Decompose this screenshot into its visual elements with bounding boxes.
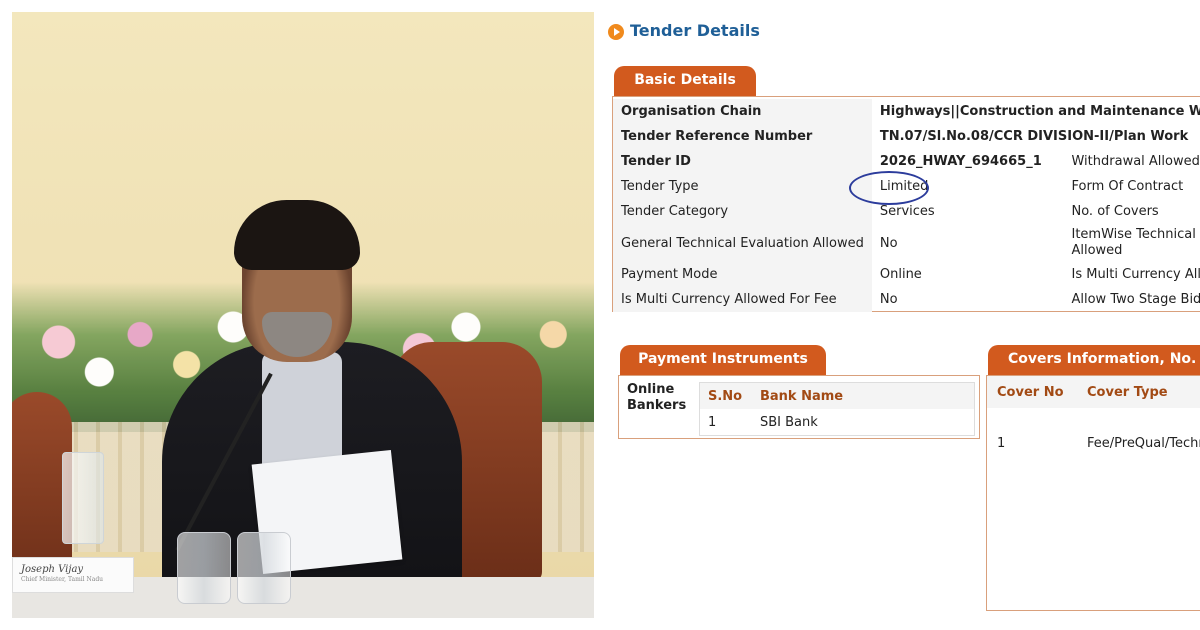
row-label: Tender Category — [613, 199, 872, 224]
tab-covers-information[interactable]: Covers Information, No. of Covers — [988, 345, 1200, 375]
bankers-table: S.No Bank Name 1 SBI Bank — [699, 382, 975, 436]
table-row: Payment Mode Online Is Multi Currency Al… — [613, 262, 1200, 287]
header-cover-type: Cover Type — [1087, 385, 1168, 400]
row-value: Online — [879, 267, 922, 282]
table-header: Cover No Cover Type — [987, 376, 1200, 408]
row-extra-label: Withdrawal Allowed — [1071, 154, 1200, 169]
table-row: Tender ID 2026_HWAY_694665_1 Withdrawal … — [613, 149, 1200, 174]
tender-panel: Tender Details Basic Details Organisatio… — [600, 0, 1200, 630]
table-row: General Technical Evaluation Allowed No … — [613, 224, 1200, 262]
row-extra-label: Allow Two Stage Bidding — [1071, 292, 1200, 307]
highlight-circle — [849, 171, 929, 205]
page-title-row: Tender Details — [608, 20, 760, 40]
page-title: Tender Details — [630, 20, 760, 40]
row-label: Tender Type — [613, 174, 872, 199]
tab-payment-instruments[interactable]: Payment Instruments — [620, 345, 826, 375]
covers-box: Cover No Cover Type 1 Fee/PreQual/Techni… — [986, 375, 1200, 611]
row-value: 2026_HWAY_694665_1 — [879, 154, 1042, 169]
row-label: Tender Reference Number — [613, 124, 872, 149]
row-label: General Technical Evaluation Allowed — [613, 224, 872, 262]
row-value: TN.07/Sl.No.08/CCR DIVISION-II/Plan Work — [879, 129, 1189, 144]
row-extra-label: No. of Covers — [1071, 204, 1159, 219]
row-label: Is Multi Currency Allowed For Fee — [613, 287, 872, 312]
row-extra-label: ItemWise Technical Allowed — [1071, 227, 1196, 258]
header-cover-no: Cover No — [997, 385, 1064, 400]
basic-details-box: Organisation Chain Highways||Constructio… — [612, 96, 1200, 312]
basic-details-table: Organisation Chain Highways||Constructio… — [613, 99, 1200, 312]
row-label: Tender ID — [613, 149, 872, 174]
glass-jar — [237, 532, 291, 604]
table-row: Organisation Chain Highways||Constructio… — [613, 99, 1200, 124]
nameplate: Joseph Vijay Chief Minister, Tamil Nadu — [12, 557, 134, 593]
play-bullet-icon — [608, 24, 624, 40]
table-row: Tender Reference Number TN.07/Sl.No.08/C… — [613, 124, 1200, 149]
table-row: 1 SBI Bank — [700, 409, 974, 435]
cell-cover-no: 1 — [997, 436, 1006, 451]
row-value: No — [879, 292, 898, 307]
tab-basic-details[interactable]: Basic Details — [614, 66, 756, 96]
payment-instruments-box: Online Bankers S.No Bank Name 1 SBI Bank — [618, 375, 980, 439]
table-row: Is Multi Currency Allowed For Fee No All… — [613, 287, 1200, 312]
row-extra-label: Form Of Contract — [1071, 179, 1184, 194]
cell-sno: 1 — [708, 414, 717, 430]
header-sno: S.No — [708, 388, 743, 404]
cell-bank-name: SBI Bank — [760, 414, 818, 430]
table-header: S.No Bank Name — [700, 383, 974, 409]
nameplate-subtitle: Chief Minister, Tamil Nadu — [21, 576, 104, 583]
row-value: No — [879, 235, 898, 251]
person-hair — [234, 200, 360, 270]
row-value: Highways||Construction and Maintenance W… — [879, 104, 1200, 119]
row-extra-label: Is Multi Currency Allowed — [1071, 267, 1200, 282]
glass-jar — [177, 532, 231, 604]
header-bank-name: Bank Name — [760, 388, 844, 404]
cell-cover-type: Fee/PreQual/Technical — [1087, 436, 1200, 451]
row-label: Organisation Chain — [613, 99, 872, 124]
online-bankers-label: Online Bankers — [627, 382, 687, 413]
row-label: Payment Mode — [613, 262, 872, 287]
press-photo: Joseph Vijay Chief Minister, Tamil Nadu — [12, 12, 594, 618]
water-glass — [62, 452, 104, 544]
nameplate-name: Joseph Vijay — [21, 564, 84, 575]
